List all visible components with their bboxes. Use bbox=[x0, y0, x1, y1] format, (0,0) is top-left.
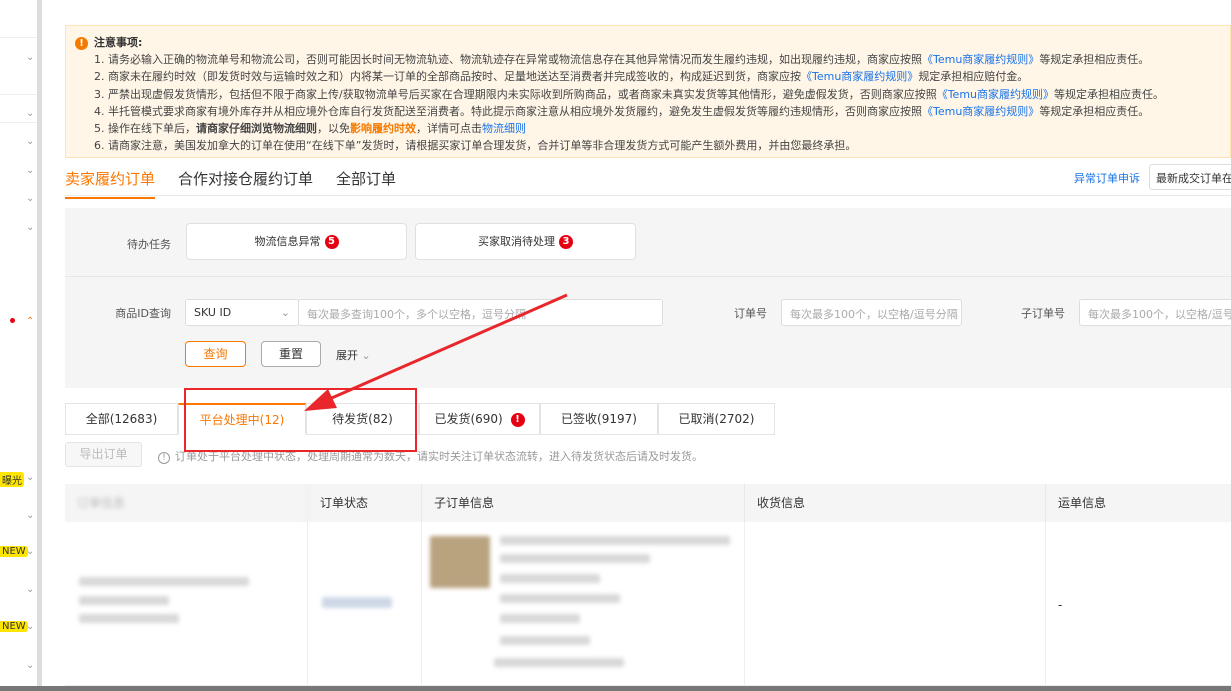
arrow-shaft bbox=[317, 293, 568, 406]
window-bottom-bar bbox=[0, 686, 1231, 691]
annotation-arrow bbox=[304, 293, 568, 411]
arrow-head bbox=[304, 389, 337, 411]
